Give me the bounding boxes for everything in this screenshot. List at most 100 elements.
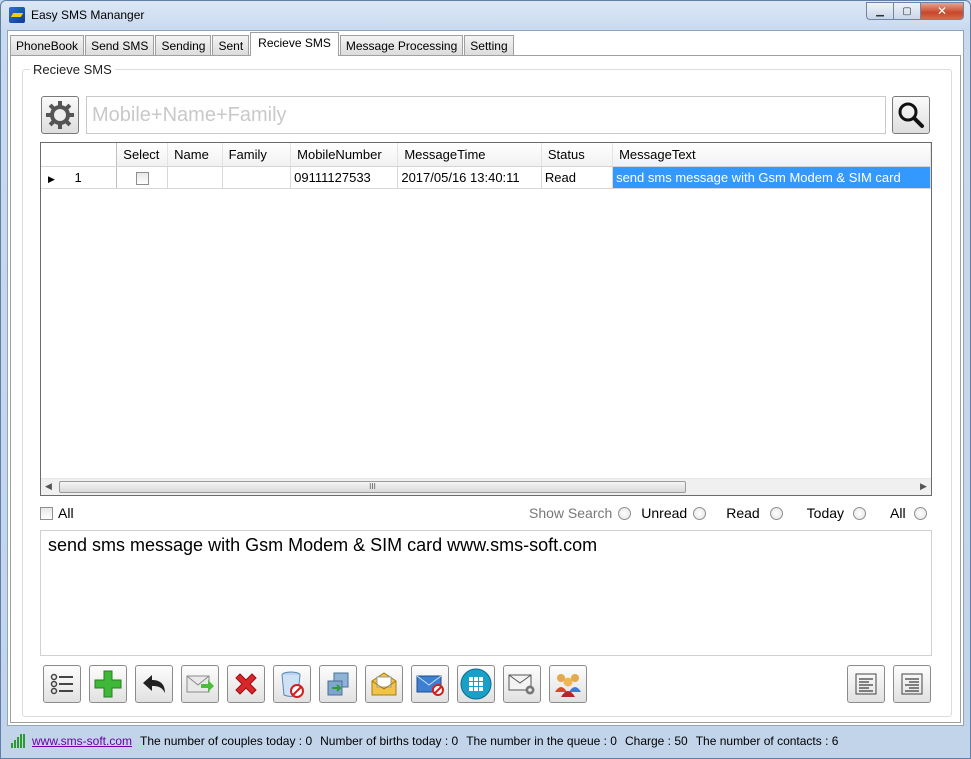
row-header-corner <box>41 143 118 167</box>
reply-icon <box>143 675 165 693</box>
today-radio[interactable] <box>853 506 867 520</box>
horizontal-scrollbar[interactable]: ◀ III ▶ <box>41 478 931 495</box>
website-link[interactable]: www.sms-soft.com <box>32 734 132 748</box>
add-button[interactable] <box>89 665 127 703</box>
close-icon: ✕ <box>936 4 948 18</box>
close-button[interactable]: ✕ <box>920 2 964 20</box>
tab-phonebook[interactable]: PhoneBook <box>10 35 85 55</box>
window-controls: ▁ ▢ ✕ <box>866 2 964 20</box>
select-all-checkbox[interactable] <box>40 506 53 520</box>
groupbox-title: Recieve SMS <box>30 62 115 77</box>
all-label[interactable]: All <box>890 505 906 521</box>
forward-mail-button[interactable] <box>181 665 219 703</box>
filter-options: Show Search Unread Read Today All <box>529 505 927 521</box>
cell-message-text[interactable]: send sms message with Gsm Modem & SIM ca… <box>612 166 931 189</box>
couples-today-status: The number of couples today : 0 <box>140 734 313 748</box>
column-header-message-text[interactable]: MessageText <box>612 143 931 167</box>
mail-settings-icon <box>508 674 535 695</box>
column-header-select[interactable]: Select <box>116 143 169 167</box>
column-header-family[interactable]: Family <box>222 143 292 167</box>
delete-icon <box>235 673 257 695</box>
contacts-count-status: The number of contacts : 6 <box>695 734 839 748</box>
align-right-icon <box>901 673 923 695</box>
table-row[interactable]: ▶ 1 09111127533 2017/05/16 13:40:11 Read… <box>41 166 931 189</box>
scroll-left-arrow-icon[interactable]: ◀ <box>41 481 56 492</box>
tab-message-processing[interactable]: Message Processing <box>339 35 464 55</box>
blocked-mail-icon <box>416 675 444 696</box>
signal-strength-icon <box>11 734 26 748</box>
title-bar[interactable]: Easy SMS Mananger ▁ ▢ ✕ <box>1 1 970 31</box>
message-preview-box[interactable]: send sms message with Gsm Modem & SIM ca… <box>40 530 932 656</box>
open-mail-button[interactable] <box>365 665 403 703</box>
unread-label[interactable]: Unread <box>641 505 687 521</box>
row-header[interactable]: ▶ 1 <box>41 166 118 189</box>
database-sync-button[interactable] <box>319 665 357 703</box>
cell-family[interactable] <box>222 166 292 189</box>
gear-icon <box>46 101 74 129</box>
minimize-icon: ▁ <box>876 5 884 17</box>
app-logo-icon <box>9 7 25 23</box>
tab-sent[interactable]: Sent <box>212 35 250 55</box>
reply-button[interactable] <box>135 665 173 703</box>
window-title: Easy SMS Mananger <box>31 8 145 22</box>
cell-name[interactable] <box>167 166 223 189</box>
today-label[interactable]: Today <box>807 505 844 521</box>
show-search-radio[interactable] <box>618 506 632 520</box>
table-header-row: Select Name Family MobileNumber MessageT… <box>41 143 931 167</box>
search-icon <box>898 102 924 128</box>
read-label[interactable]: Read <box>726 505 759 521</box>
cell-status[interactable]: Read <box>541 166 614 189</box>
column-header-name[interactable]: Name <box>167 143 223 167</box>
message-preview-text: send sms message with Gsm Modem & SIM ca… <box>48 535 598 555</box>
list-button[interactable] <box>43 665 81 703</box>
contacts-group-button[interactable] <box>549 665 587 703</box>
queue-count-status: The number in the queue : 0 <box>466 734 617 748</box>
row-number: 1 <box>74 169 82 185</box>
tab-send-sms[interactable]: Send SMS <box>85 35 155 55</box>
status-bar: www.sms-soft.com The number of couples t… <box>7 730 964 752</box>
maximize-icon: ▢ <box>902 5 912 17</box>
align-left-button[interactable] <box>847 665 885 703</box>
tab-sending[interactable]: Sending <box>155 35 212 55</box>
add-icon <box>94 670 122 698</box>
cell-select[interactable] <box>116 166 169 189</box>
blocked-mail-button[interactable] <box>411 665 449 703</box>
select-all-area: All <box>40 505 74 521</box>
search-input[interactable] <box>86 96 886 134</box>
cell-message-time[interactable]: 2017/05/16 13:40:11 <box>397 166 542 189</box>
messages-grid[interactable]: Select Name Family MobileNumber MessageT… <box>40 142 932 496</box>
search-button[interactable] <box>892 96 930 134</box>
births-today-status: Number of births today : 0 <box>320 734 459 748</box>
open-mail-icon <box>371 672 397 696</box>
all-radio[interactable] <box>913 506 927 520</box>
delete-button[interactable] <box>227 665 265 703</box>
tab-setting[interactable]: Setting <box>464 35 514 55</box>
forward-mail-icon <box>186 675 214 693</box>
dialpad-button[interactable] <box>457 665 495 703</box>
align-right-button[interactable] <box>893 665 931 703</box>
minimize-button[interactable]: ▁ <box>866 2 893 20</box>
column-header-message-time[interactable]: MessageTime <box>397 143 542 167</box>
search-settings-button[interactable] <box>41 96 79 134</box>
column-header-status[interactable]: Status <box>541 143 614 167</box>
column-header-mobile-number[interactable]: MobileNumber <box>290 143 399 167</box>
scroll-thumb[interactable]: III <box>59 481 686 493</box>
recycle-bin-icon <box>281 671 304 698</box>
charge-status: Charge : 50 <box>624 734 688 748</box>
messages-table: Select Name Family MobileNumber MessageT… <box>41 143 931 189</box>
tab-strip: PhoneBook Send SMS Sending Sent Recieve … <box>10 32 515 56</box>
select-all-label[interactable]: All <box>58 505 74 521</box>
database-sync-icon <box>327 672 349 696</box>
scroll-right-arrow-icon[interactable]: ▶ <box>916 481 931 492</box>
read-radio[interactable] <box>769 506 783 520</box>
show-search-label[interactable]: Show Search <box>529 505 612 521</box>
recycle-bin-button[interactable] <box>273 665 311 703</box>
cell-mobile-number[interactable]: 09111127533 <box>290 166 399 189</box>
mail-settings-button[interactable] <box>503 665 541 703</box>
row-select-checkbox[interactable] <box>135 171 149 185</box>
maximize-button[interactable]: ▢ <box>893 2 920 20</box>
unread-radio[interactable] <box>693 506 707 520</box>
scroll-grip: III <box>369 482 376 491</box>
list-icon <box>50 673 73 695</box>
tab-recieve-sms[interactable]: Recieve SMS <box>250 32 339 56</box>
